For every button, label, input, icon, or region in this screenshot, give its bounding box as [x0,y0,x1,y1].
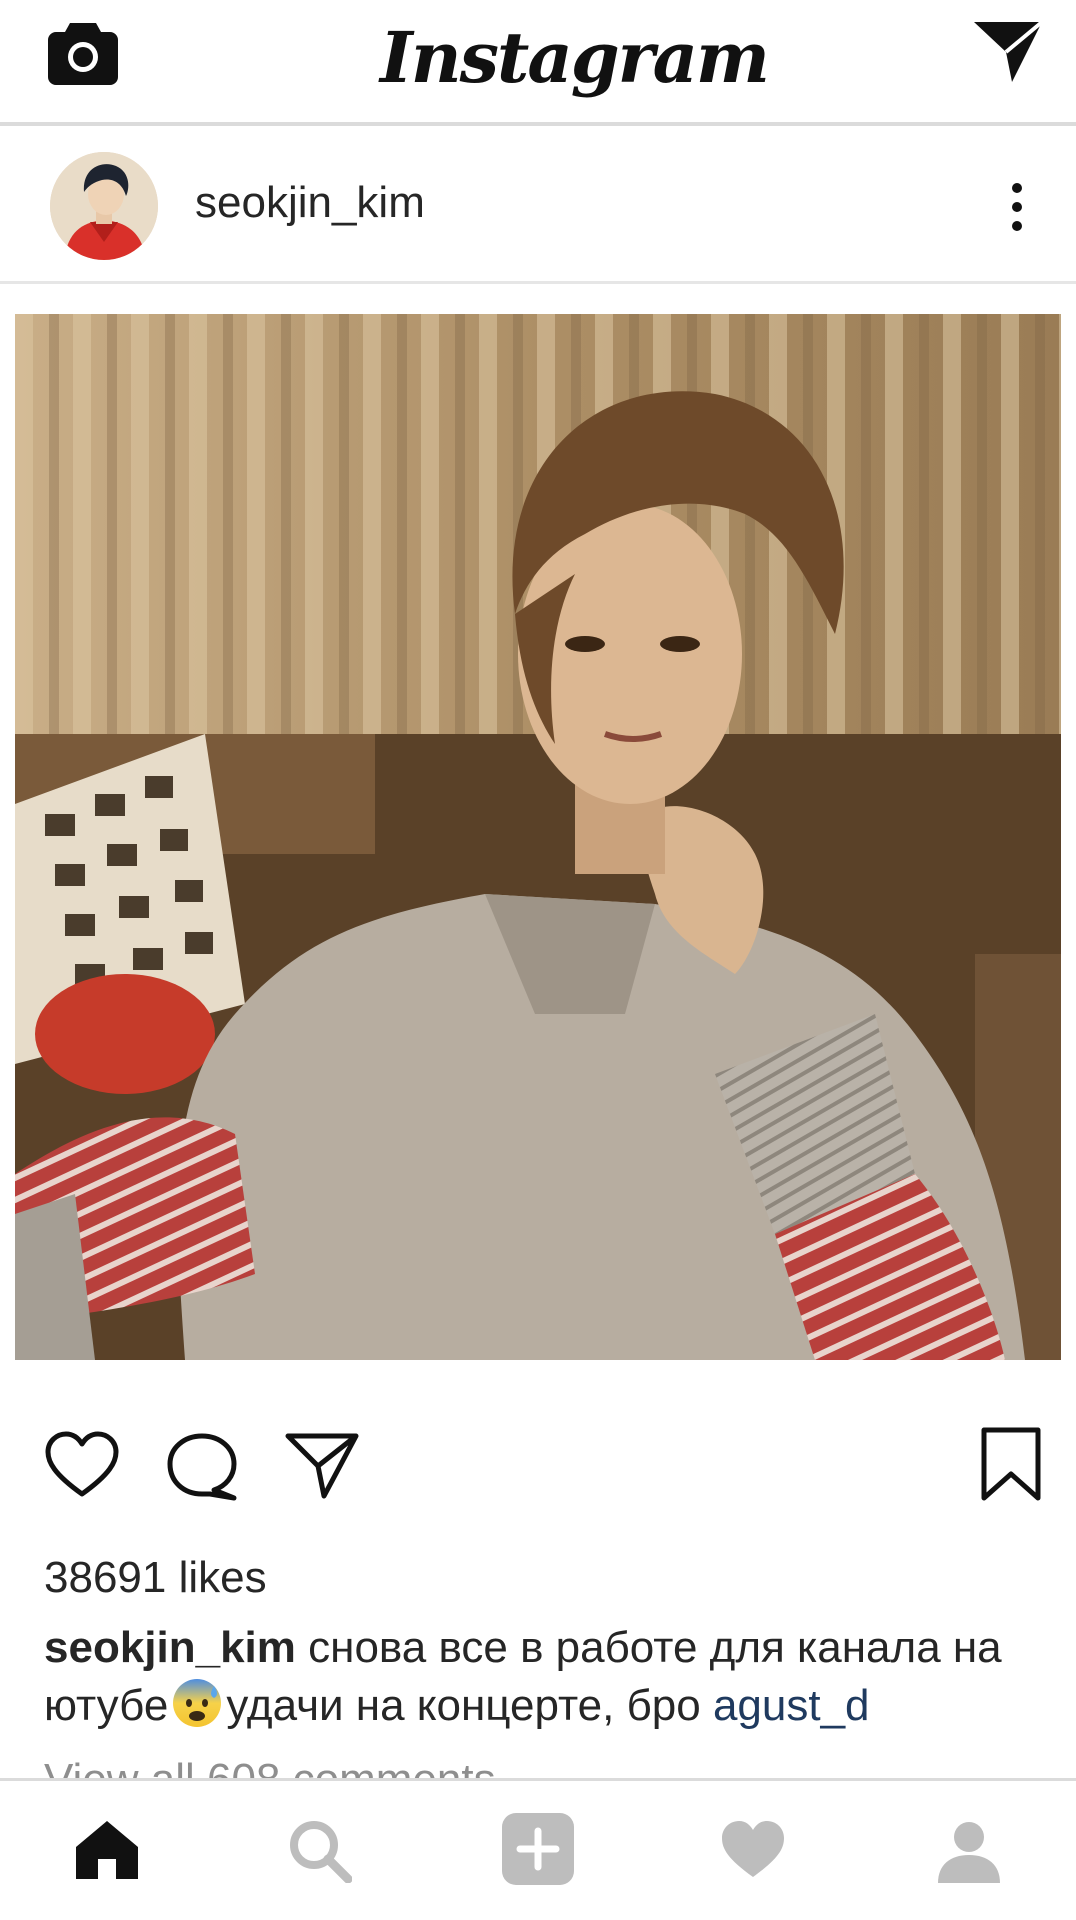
caption-mention-link[interactable]: agust_d [713,1681,870,1730]
camera-icon[interactable] [46,17,120,87]
avatar-image [50,152,158,260]
bottom-navigation [0,1778,1076,1920]
anxious-face-emoji-icon [173,1679,222,1727]
share-icon[interactable] [284,1430,360,1500]
bookmark-icon[interactable] [978,1426,1044,1502]
avatar[interactable] [50,152,158,260]
add-post-icon[interactable] [500,1811,576,1887]
view-all-comments-link[interactable]: View all 608 comments [44,1752,496,1778]
comment-bubble-icon[interactable] [164,1430,240,1502]
post-header: seokjin_kim [0,126,1076,284]
direct-message-icon[interactable] [972,18,1044,84]
likes-count[interactable]: 38691 likes [44,1550,267,1606]
caption-username[interactable]: seokjin_kim [44,1623,296,1672]
home-icon[interactable] [74,1819,140,1881]
app-logo: Instagram [380,16,770,99]
post-photo[interactable] [15,314,1061,1360]
post-actions [0,1410,1076,1520]
post-image [15,314,1061,1360]
top-bar: Instagram [0,0,1076,126]
caption-text-continued: удачи на концерте, бро [226,1681,701,1730]
search-icon[interactable] [288,1819,352,1883]
post-caption: seokjin_kim снова все в работе для канал… [44,1620,1044,1734]
more-options-icon[interactable] [1000,180,1034,234]
post-username[interactable]: seokjin_kim [195,174,425,232]
profile-icon[interactable] [936,1819,1002,1883]
activity-heart-icon[interactable] [720,1819,786,1881]
heart-icon[interactable] [44,1430,120,1500]
